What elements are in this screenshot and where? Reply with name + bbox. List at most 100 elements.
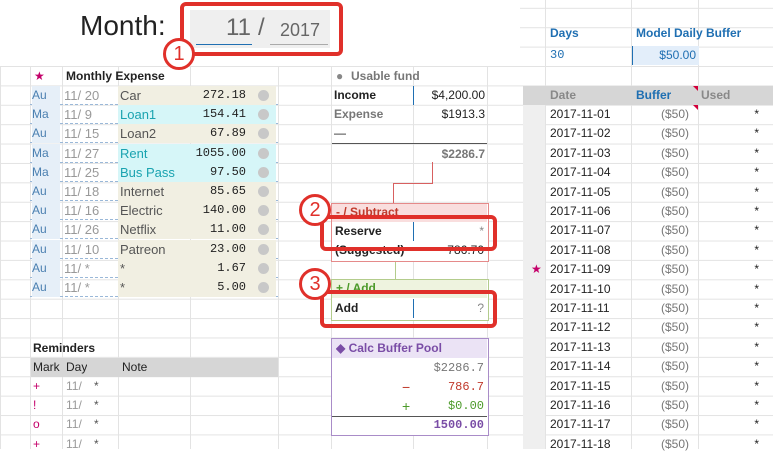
expense-who[interactable]: Au [32,182,60,201]
buffer-used[interactable]: * [701,221,759,240]
buffer-used[interactable]: * [701,396,759,415]
reminder-row[interactable]: o 11/ * [31,415,278,434]
expense-row[interactable]: Ma 11/ 9 Loan1 154.41 [30,105,278,125]
expense-who[interactable]: Au [32,124,60,144]
expense-day[interactable]: 11/ 27 [64,144,116,163]
reminder-mark[interactable]: + [33,435,40,454]
income-value[interactable]: $4,200.00 [416,86,485,105]
expense-row[interactable]: Ma 11/ 25 Bus Pass 97.50 [30,162,278,182]
expense-name[interactable]: Loan2 [118,124,192,144]
buffer-row[interactable]: 2017-11-04 ($50) * [523,163,773,182]
expense-toggle-button[interactable] [258,147,269,159]
reminder-day[interactable]: 11/ [66,415,82,434]
expense-day[interactable]: 11/ 9 [64,105,116,124]
expense-who[interactable]: Ma [32,143,60,163]
expense-row[interactable]: Au 11/ * * 5.00 [30,278,278,297]
expense-day[interactable]: 11/ 10 [64,240,116,259]
expense-row[interactable]: Au 11/ 26 Netflix 11.00 [30,220,278,240]
expense-toggle-button[interactable] [258,90,269,101]
expense-day[interactable]: 11/ * [64,259,116,278]
reminder-row[interactable]: +11/ * [31,377,278,396]
buffer-row[interactable]: 2017-11-11 ($50) * [523,299,773,318]
expense-toggle-button[interactable] [258,262,269,274]
buffer-used[interactable]: * [701,144,759,163]
expense-toggle-button[interactable] [258,166,269,178]
reminder-day[interactable]: 11/ [66,396,82,415]
buffer-row[interactable]: 2017-11-13 ($50) * [523,338,773,357]
buffer-used[interactable]: * [701,202,759,221]
buffer-used[interactable]: * [701,357,759,376]
reminder-mark[interactable]: ! [33,396,36,415]
expense-row[interactable]: Ma 11/ 27 Rent 1055.00 [30,143,278,163]
reminder-day[interactable]: 11/ [66,435,82,454]
expense-who[interactable]: Ma [32,162,60,182]
expense-day[interactable]: 11/ 16 [64,201,116,220]
expense-name[interactable]: Car [118,86,192,105]
expense-who[interactable]: Au [32,258,60,278]
buffer-row[interactable]: 2017-11-16 ($50) * [523,396,773,415]
expense-name[interactable]: Electric [118,201,192,221]
reminder-note[interactable]: * [94,377,99,396]
expense-day[interactable]: 11/ 18 [64,182,116,201]
expense-toggle-button[interactable] [258,282,269,293]
expense-who[interactable]: Au [32,201,60,221]
expense-who[interactable]: Au [32,278,60,297]
buffer-used[interactable]: * [701,241,759,260]
expense-toggle-button[interactable] [258,186,269,197]
buffer-row[interactable]: 2017-11-03 ($50) * [523,144,773,163]
reminder-note[interactable]: * [94,396,99,415]
buffer-used[interactable]: * [701,338,759,357]
expense-row[interactable]: Au 11/ 10 Patreon 23.00 [30,239,278,259]
model-daily-buffer-value[interactable]: $50.00 [640,46,696,65]
expense-who[interactable]: Au [32,220,60,240]
days-value[interactable]: 30 [550,46,564,65]
buffer-row[interactable]: 2017-11-05 ($50) * [523,183,773,202]
expense-name[interactable]: Internet [118,182,192,201]
expense-name[interactable]: * [118,278,192,297]
buffer-row[interactable]: 2017-11-10 ($50) * [523,280,773,299]
expense-who[interactable]: Au [32,239,60,259]
buffer-used[interactable]: * [701,415,759,434]
reminder-note[interactable]: * [94,415,99,434]
buffer-row[interactable]: 2017-11-01 ($50) * [523,105,773,124]
expense-day[interactable]: 11/ 15 [64,124,116,143]
buffer-used[interactable]: * [701,435,759,454]
buffer-used[interactable]: * [701,377,759,396]
expense-day[interactable]: 11/ * [64,278,116,297]
buffer-row[interactable]: 2017-11-06 ($50) * [523,202,773,221]
buffer-row[interactable]: 2017-11-18 ($50) * [523,435,773,454]
buffer-used[interactable]: * [701,260,759,279]
reminder-day[interactable]: 11/ [66,377,82,396]
buffer-used[interactable]: * [701,318,759,337]
buffer-row[interactable]: 2017-11-09 ($50) * ★ [523,260,773,279]
buffer-row[interactable]: 2017-11-17 ($50) * [523,415,773,434]
buffer-row[interactable]: 2017-11-02 ($50) * [523,124,773,143]
buffer-used[interactable]: * [701,124,759,143]
expense-who[interactable]: Ma [32,105,60,125]
expense-row[interactable]: Au 11/ 15 Loan2 67.89 [30,124,278,144]
expense-row[interactable]: Au 11/ 20 Car 272.18 [30,86,278,105]
expense-name[interactable]: Rent [118,143,192,163]
expense-toggle-button[interactable] [258,243,269,255]
buffer-row[interactable]: 2017-11-08 ($50) * [523,241,773,260]
expense-name[interactable]: Netflix [118,220,192,240]
buffer-row[interactable]: 2017-11-15 ($50) * [523,377,773,396]
buffer-used[interactable]: * [701,183,759,202]
buffer-row[interactable]: 2017-11-07 ($50) * [523,221,773,240]
reminder-row[interactable]: ! 11/ * [31,396,278,415]
expense-row[interactable]: Au 11/ 16 Electric 140.00 [30,201,278,221]
reminder-mark[interactable]: o [33,415,40,434]
buffer-used[interactable]: * [701,299,759,318]
reminder-mark[interactable]: + [33,377,40,396]
buffer-row[interactable]: 2017-11-12 ($50) * [523,318,773,337]
expense-name[interactable]: Patreon [118,239,192,259]
buffer-used[interactable]: * [701,280,759,299]
expense-day[interactable]: 11/ 26 [64,220,116,239]
reminder-row[interactable]: +11/ * [31,435,278,454]
expense-row[interactable]: Au 11/ * * 1.67 [30,258,278,278]
expense-row[interactable]: Au 11/ 18 Internet 85.65 [30,182,278,201]
reminder-note[interactable]: * [94,435,99,454]
expense-name[interactable]: Bus Pass [118,162,192,182]
buffer-used[interactable]: * [701,163,759,182]
buffer-used[interactable]: * [701,105,759,124]
